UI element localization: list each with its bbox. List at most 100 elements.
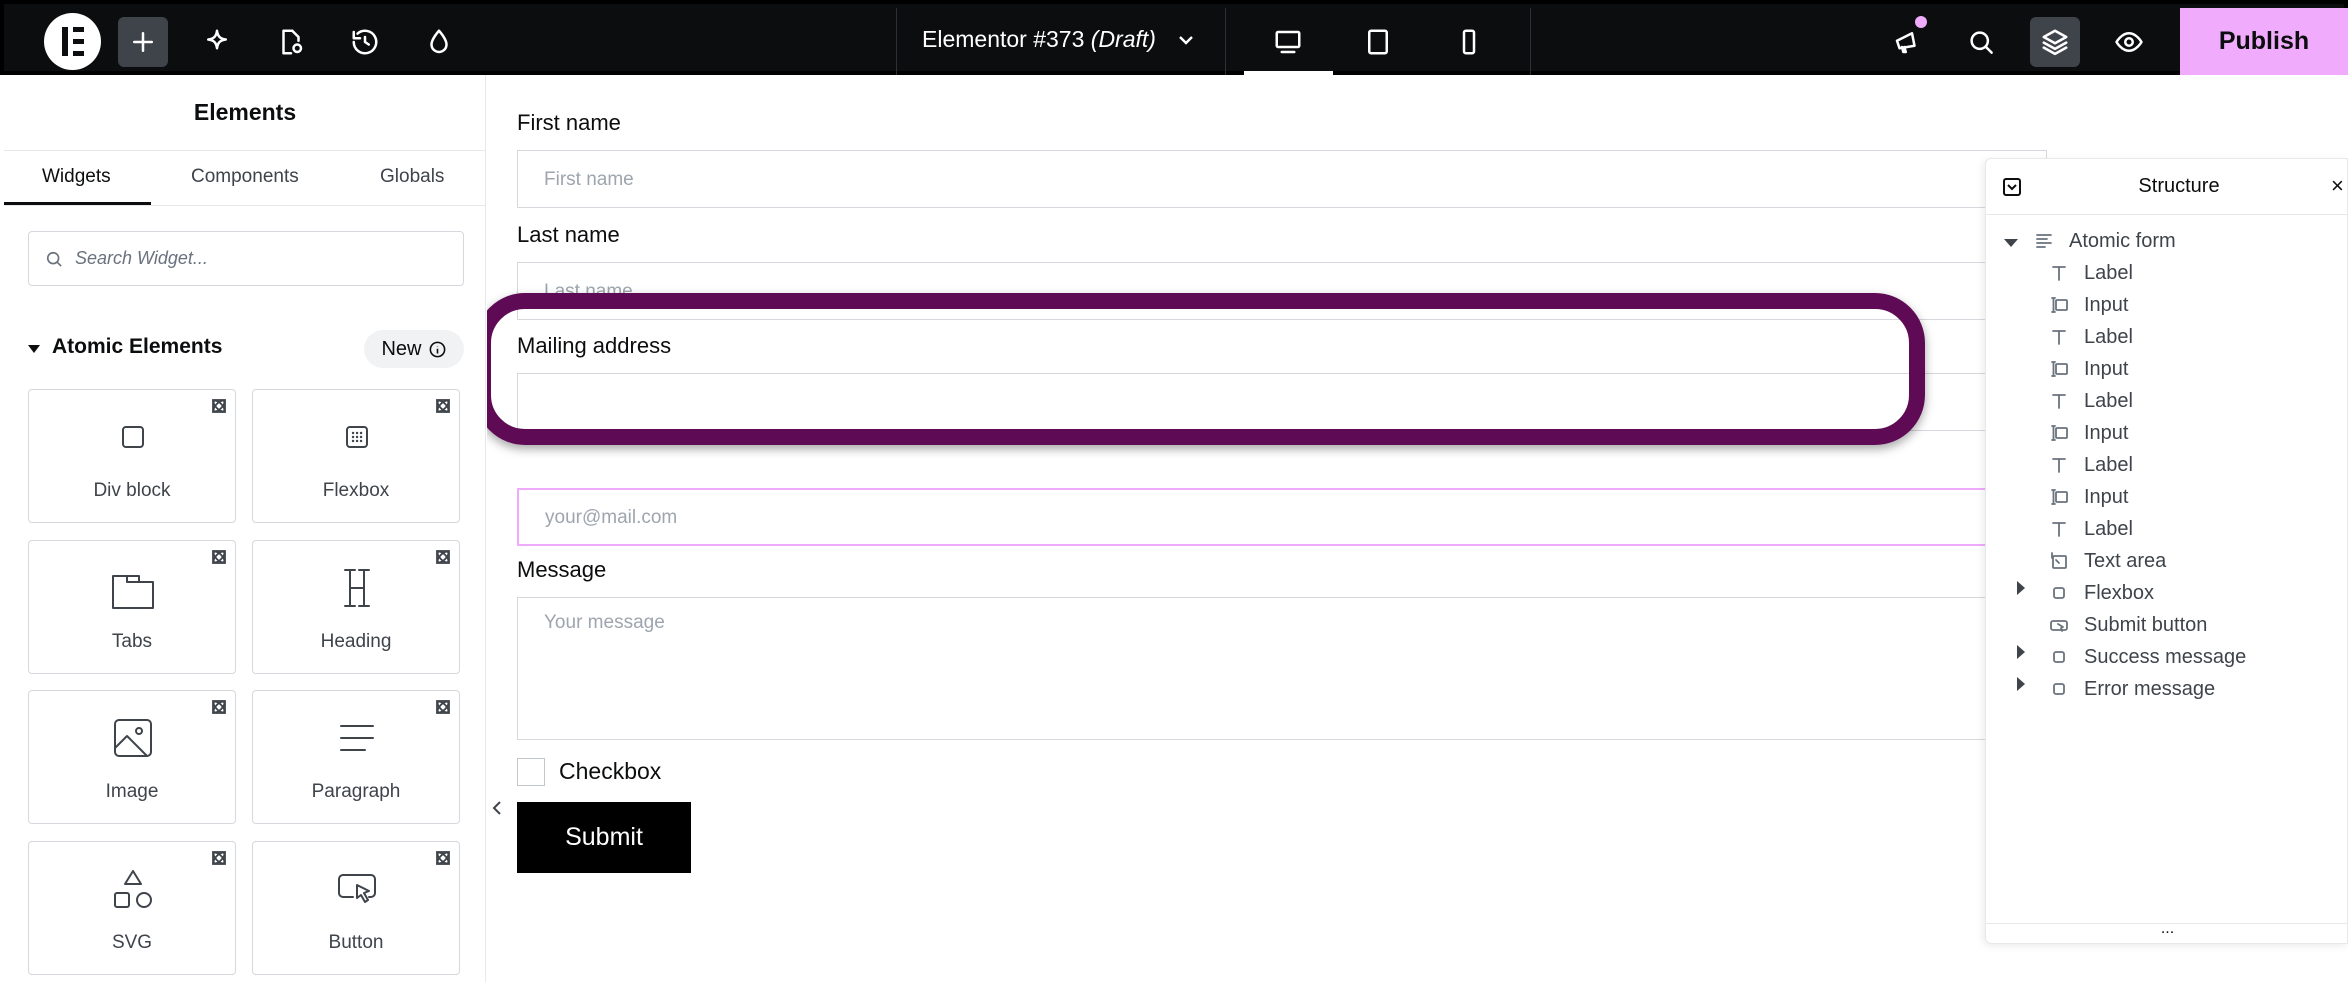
caret-right-icon[interactable] — [2017, 645, 2025, 659]
widget-search — [28, 231, 464, 286]
widget-flexbox[interactable]: Flexbox — [252, 389, 460, 523]
tree-item-label-text: Label — [2084, 325, 2133, 348]
tab-widgets[interactable]: Widgets — [42, 166, 111, 188]
atomic-badge-icon — [211, 699, 227, 715]
tablet-view-button[interactable] — [1353, 17, 1403, 67]
widget-svg[interactable]: SVG — [28, 841, 236, 975]
tree-item-label-text: Input — [2084, 293, 2129, 316]
history-icon — [352, 29, 378, 55]
history-button[interactable] — [340, 17, 390, 67]
checkbox[interactable] — [517, 758, 545, 786]
button-icon — [2048, 614, 2070, 636]
message-textarea[interactable]: Your message — [517, 597, 2047, 740]
paragraph-icon — [329, 715, 385, 761]
document-name: Elementor #373 — [922, 26, 1085, 52]
widget-heading[interactable]: Heading — [252, 540, 460, 674]
widget-label: Tabs — [111, 631, 153, 652]
theme-style-button[interactable] — [414, 17, 464, 67]
tree-item-label: Atomic form — [2069, 229, 2176, 252]
button-cursor-icon — [329, 866, 385, 912]
resize-handle[interactable]: ... — [1986, 921, 2347, 943]
caret-right-icon[interactable] — [2017, 677, 2025, 691]
top-bar: Elementor #373 (Draft) Publish — [0, 0, 2348, 75]
tabs-icon — [105, 565, 161, 611]
placeholder: First name — [544, 169, 634, 190]
caret-right-icon[interactable] — [2017, 581, 2025, 595]
eye-icon — [2115, 32, 2143, 52]
first-name-label[interactable]: First name — [517, 110, 621, 136]
chevron-left-icon — [492, 801, 501, 815]
atomic-badge-icon — [435, 699, 451, 715]
atomic-badge-icon — [435, 398, 451, 414]
square-icon — [2048, 678, 2070, 700]
message-label[interactable]: Message — [517, 557, 606, 583]
ai-button[interactable] — [192, 17, 242, 67]
widget-div-block[interactable]: Div block — [28, 389, 236, 523]
email-input[interactable]: your@mail.com — [517, 488, 2047, 546]
search-button[interactable] — [1956, 17, 2006, 67]
preview-button[interactable] — [2104, 17, 2154, 67]
info-icon — [428, 340, 447, 359]
structure-panel: Structure × Atomic form Label Input Labe… — [1985, 158, 2348, 944]
caret-down-icon[interactable] — [2004, 239, 2018, 247]
document-status: (Draft) — [1090, 26, 1156, 52]
new-badge[interactable]: New — [364, 330, 464, 368]
elementor-logo-icon[interactable] — [44, 13, 101, 70]
tab-components[interactable]: Components — [191, 166, 299, 188]
atomic-badge-icon — [211, 398, 227, 414]
widget-paragraph[interactable]: Paragraph — [252, 690, 460, 824]
desktop-view-button[interactable] — [1263, 17, 1313, 67]
text-icon — [2048, 518, 2070, 540]
chevron-down-icon[interactable] — [1174, 28, 1198, 52]
widget-tabs[interactable]: Tabs — [28, 540, 236, 674]
image-icon — [105, 715, 161, 761]
square-icon — [2048, 646, 2070, 668]
tree-item-error-message[interactable]: Error message — [2048, 669, 2215, 709]
notification-dot — [1915, 16, 1927, 28]
droplet-icon — [430, 29, 448, 54]
input-icon — [2048, 294, 2070, 316]
mobile-view-button[interactable] — [1444, 17, 1494, 67]
add-element-button[interactable] — [118, 17, 168, 67]
tab-globals[interactable]: Globals — [380, 166, 444, 188]
checkbox-label[interactable]: Checkbox — [559, 758, 661, 785]
atomic-badge-icon — [435, 850, 451, 866]
sparkle-icon — [207, 29, 227, 50]
tree-item-label-text: Submit button — [2084, 613, 2208, 636]
divider — [1530, 8, 1531, 75]
first-name-input[interactable]: First name — [517, 150, 2047, 208]
mobile-icon — [1462, 29, 1476, 55]
last-name-label[interactable]: Last name — [517, 222, 620, 248]
publish-button[interactable]: Publish — [2180, 8, 2348, 75]
input-icon — [2048, 422, 2070, 444]
widget-image[interactable]: Image — [28, 690, 236, 824]
widget-label: Image — [105, 781, 159, 802]
tree-item-label-text: Label — [2084, 389, 2133, 412]
submit-button[interactable]: Submit — [517, 802, 691, 873]
divider — [1225, 8, 1226, 75]
document-title[interactable]: Elementor #373 (Draft) — [922, 26, 1156, 53]
search-icon — [44, 249, 64, 269]
divider — [4, 205, 486, 206]
caret-down-icon[interactable] — [28, 345, 40, 353]
square-icon — [2048, 582, 2070, 604]
collapse-panel-button[interactable] — [487, 783, 507, 833]
widget-label: Paragraph — [311, 781, 401, 802]
divider — [4, 150, 486, 151]
widget-label: SVG — [111, 932, 153, 953]
search-input[interactable] — [75, 232, 455, 285]
tablet-icon — [1368, 29, 1388, 55]
placeholder: Your message — [544, 612, 665, 633]
atomic-badge-icon — [211, 549, 227, 565]
elements-panel: Elements Widgets Components Globals Atom… — [4, 75, 486, 982]
structure-toggle-button[interactable] — [2030, 17, 2080, 67]
widget-label: Flexbox — [322, 480, 390, 501]
widget-button[interactable]: Button — [252, 841, 460, 975]
category-title[interactable]: Atomic Elements — [52, 335, 222, 359]
tree-item-label-text: Input — [2084, 357, 2129, 380]
tree-item-label-text: Text area — [2084, 549, 2167, 572]
close-icon[interactable]: × — [2331, 173, 2344, 199]
placeholder: your@mail.com — [545, 507, 678, 528]
page-settings-button[interactable] — [266, 17, 316, 67]
tree-item-label-text: Input — [2084, 485, 2129, 508]
